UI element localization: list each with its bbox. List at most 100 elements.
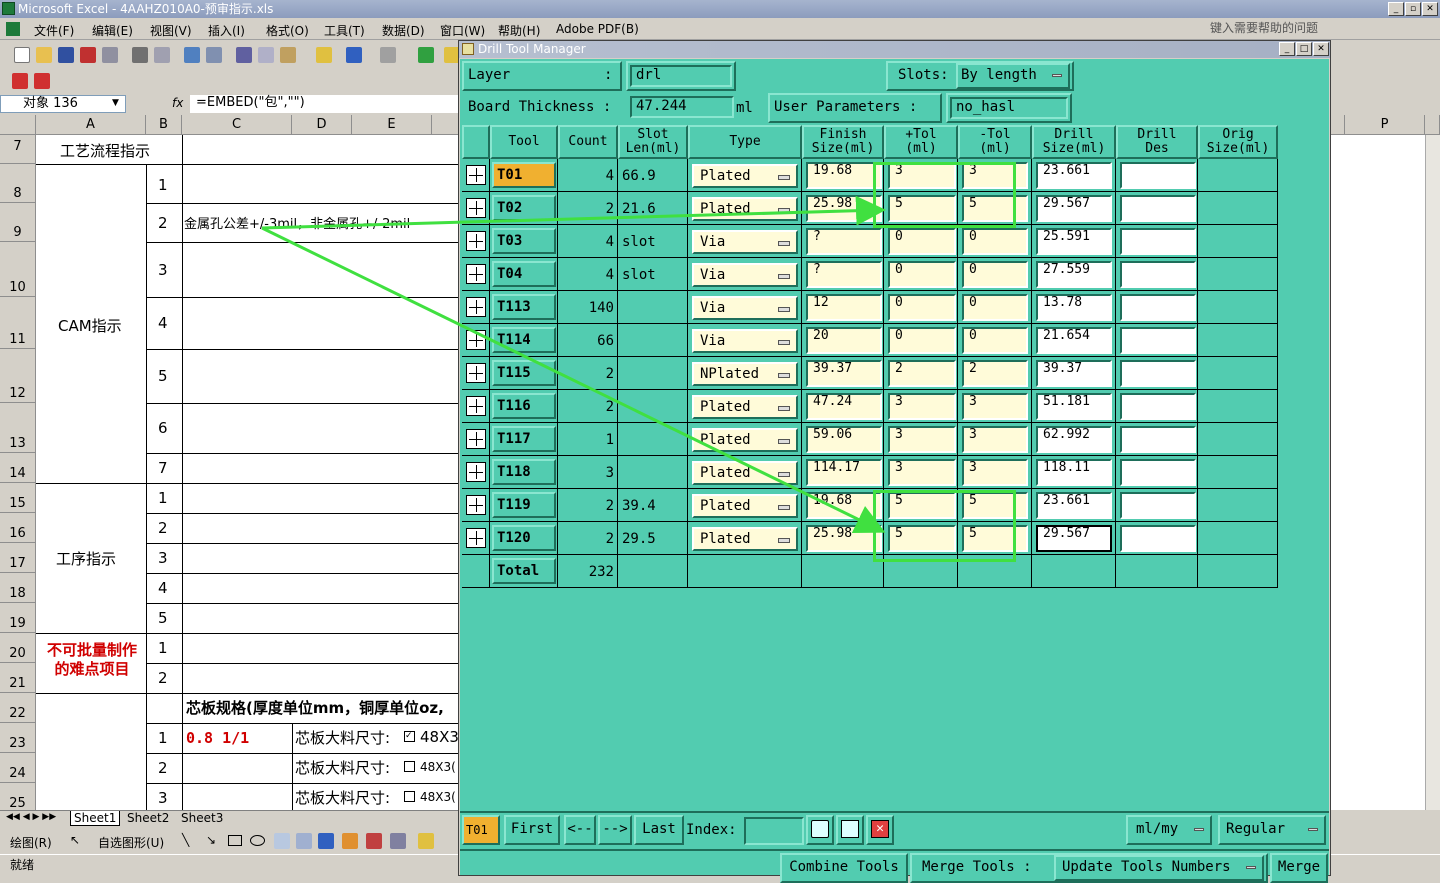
index-input[interactable]	[744, 817, 804, 845]
save-icon[interactable]	[58, 47, 74, 63]
redo-icon[interactable]	[380, 47, 396, 63]
clipart-icon[interactable]	[366, 833, 382, 849]
core-size-checkbox-checked[interactable]: ✓	[404, 731, 415, 742]
row-header[interactable]: 17	[0, 543, 36, 573]
column-header-f[interactable]	[432, 115, 460, 135]
plus-tol-input[interactable]: 3	[888, 393, 956, 420]
menu-format[interactable]: 格式(O)	[266, 22, 309, 39]
close-button[interactable]: ✕	[1422, 2, 1438, 16]
restore-button[interactable]: ▫	[1405, 2, 1421, 16]
finish-size-input[interactable]: 25.98	[806, 195, 882, 222]
row-header[interactable]: 12	[0, 349, 36, 403]
sheet-tab-2[interactable]: Sheet2	[124, 811, 172, 825]
drill-size-input[interactable]: 39.37	[1036, 360, 1112, 387]
combine-tools-button[interactable]: Combine Tools	[780, 853, 908, 883]
column-header-d[interactable]: D	[292, 115, 352, 135]
menu-data[interactable]: 数据(D)	[382, 22, 425, 39]
tool-shape-icon[interactable]	[466, 198, 486, 218]
worksheet-grid[interactable]: A B C D E 7 8 9 10 11 12 13 14 15 16 17 …	[0, 115, 460, 810]
tool-button[interactable]: T113	[492, 294, 556, 320]
tool-shape-icon[interactable]	[466, 528, 486, 548]
finish-size-input[interactable]: ?	[806, 261, 882, 288]
layer-input[interactable]: drl	[630, 65, 732, 87]
slots-dropdown[interactable]: By length	[956, 63, 1070, 89]
permission-icon[interactable]	[80, 47, 96, 63]
cut-icon[interactable]	[236, 47, 252, 63]
convert-pdf-icon[interactable]	[12, 73, 28, 89]
vertical-textbox-icon[interactable]	[296, 833, 312, 849]
tool-type-dropdown[interactable]: Plated	[692, 461, 798, 485]
wordart-icon[interactable]	[318, 833, 334, 849]
tool-button[interactable]: T118	[492, 459, 556, 485]
tool-type-dropdown[interactable]: Plated	[692, 197, 798, 221]
research-icon[interactable]	[206, 47, 222, 63]
tool-button[interactable]: T02	[492, 195, 556, 221]
drill-size-input[interactable]: 29.567	[1036, 525, 1112, 552]
dtm-minimize-button[interactable]: _	[1279, 42, 1295, 56]
plus-tol-input[interactable]: 3	[888, 459, 956, 486]
row-header[interactable]: 11	[0, 297, 36, 349]
menu-view[interactable]: 视图(V)	[150, 22, 192, 39]
row-header[interactable]: 16	[0, 513, 36, 543]
column-header-p[interactable]: P	[1345, 115, 1425, 135]
row-header[interactable]: 18	[0, 573, 36, 603]
tool-shape-icon[interactable]	[466, 231, 486, 251]
finish-size-input[interactable]: 20	[806, 327, 882, 354]
tool-shape-icon[interactable]	[466, 264, 486, 284]
arrow-icon[interactable]: ↘	[206, 833, 216, 847]
help-search-box[interactable]: 键入需要帮助的问题	[1210, 20, 1390, 37]
core-size-checkbox[interactable]	[404, 761, 415, 772]
line-icon[interactable]: ╲	[182, 833, 189, 847]
row-header[interactable]: 22	[0, 693, 36, 723]
row-header[interactable]: 14	[0, 453, 36, 483]
column-header-a[interactable]: A	[36, 115, 146, 135]
minimize-button[interactable]: _	[1388, 2, 1404, 16]
drill-size-input[interactable]: 13.78	[1036, 294, 1112, 321]
last-button[interactable]: Last	[634, 815, 684, 845]
tool-button[interactable]: T119	[492, 492, 556, 518]
menu-adobe-pdf[interactable]: Adobe PDF(B)	[556, 22, 639, 36]
row-header[interactable]: 24	[0, 753, 36, 783]
row-header[interactable]: 10	[0, 242, 36, 297]
drill-des-input[interactable]	[1120, 195, 1196, 222]
row-header[interactable]: 7	[0, 135, 36, 164]
tool-type-dropdown[interactable]: Plated	[692, 494, 798, 518]
tolerance-note-cell[interactable]: 金属孔公差+/-3mil，非金属孔+/-2mil	[184, 213, 410, 232]
menu-insert[interactable]: 插入(I)	[208, 22, 245, 39]
row-header[interactable]: 9	[0, 203, 36, 242]
tool-type-dropdown[interactable]: Via	[692, 329, 798, 353]
row-header[interactable]: 20	[0, 633, 36, 663]
plus-tol-input[interactable]: 0	[888, 261, 956, 288]
minus-tol-input[interactable]: 0	[962, 294, 1028, 321]
draw-menu[interactable]: 绘图(R)	[10, 834, 52, 851]
tool-shape-icon[interactable]	[466, 429, 486, 449]
dtm-maximize-button[interactable]: □	[1296, 42, 1312, 56]
drill-des-input[interactable]	[1120, 360, 1196, 387]
drill-des-input[interactable]	[1120, 525, 1196, 552]
next-button[interactable]: -->	[598, 815, 632, 845]
minus-tol-input[interactable]: 2	[962, 360, 1028, 387]
drill-des-input[interactable]	[1120, 294, 1196, 321]
plus-tol-input[interactable]: 0	[888, 327, 956, 354]
diagram-icon[interactable]	[342, 833, 358, 849]
paste-icon[interactable]	[280, 47, 296, 63]
finish-size-input[interactable]: 25.98	[806, 525, 882, 552]
plus-tol-input[interactable]: 0	[888, 228, 956, 255]
board-thickness-input[interactable]: 47.244	[630, 96, 734, 118]
finish-size-input[interactable]: 12	[806, 294, 882, 321]
tool-shape-icon[interactable]	[466, 396, 486, 416]
tool-type-dropdown[interactable]: Via	[692, 296, 798, 320]
vertical-scrollbar[interactable]	[1425, 135, 1440, 810]
row-header[interactable]: 15	[0, 483, 36, 513]
tool-shape-icon[interactable]	[466, 330, 486, 350]
drill-des-input[interactable]	[1120, 228, 1196, 255]
plus-tol-input[interactable]: 3	[888, 426, 956, 453]
tool-shape-icon[interactable]	[466, 363, 486, 383]
finish-size-input[interactable]: 114.17	[806, 459, 882, 486]
tool-button[interactable]: T117	[492, 426, 556, 452]
dtm-close-button[interactable]: ✕	[1313, 42, 1329, 56]
worksheet-right-area[interactable]: P	[1331, 115, 1440, 810]
textbox-icon[interactable]	[274, 833, 290, 849]
drill-size-input[interactable]: 25.591	[1036, 228, 1112, 255]
drill-des-input[interactable]	[1120, 393, 1196, 420]
